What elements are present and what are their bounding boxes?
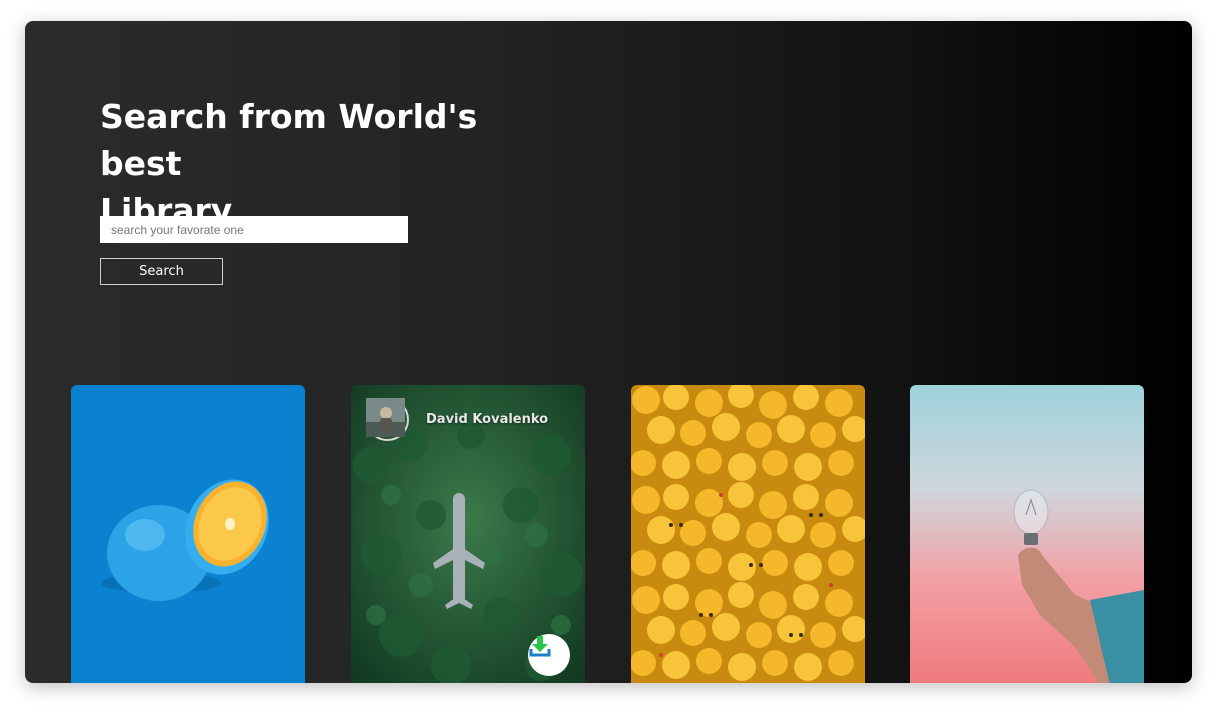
search-button[interactable]: Search xyxy=(100,258,223,285)
photo-card-orange[interactable] xyxy=(71,385,305,683)
hero-section: Search from World's best Library xyxy=(100,93,540,234)
photo-card-toy-heads[interactable] xyxy=(631,385,865,683)
author-name[interactable]: David Kovalenko xyxy=(426,412,548,427)
avatar-image xyxy=(366,398,405,437)
page-title-line-1: Search from World's best xyxy=(100,97,478,183)
lightbulb-photo xyxy=(910,385,1144,683)
app-window: Search from World's best Library Search xyxy=(25,21,1192,683)
avatar[interactable] xyxy=(366,398,409,441)
photo-card-plane-forest[interactable]: David Kovalenko xyxy=(351,385,585,683)
toy-heads-photo xyxy=(631,385,865,683)
author-overlay: David Kovalenko xyxy=(366,398,548,441)
download-button[interactable] xyxy=(528,634,570,676)
download-icon xyxy=(529,636,551,657)
search-input[interactable] xyxy=(100,216,408,243)
orange-photo xyxy=(71,385,305,683)
page-title: Search from World's best Library xyxy=(100,93,540,234)
photo-card-lightbulb[interactable] xyxy=(910,385,1144,683)
